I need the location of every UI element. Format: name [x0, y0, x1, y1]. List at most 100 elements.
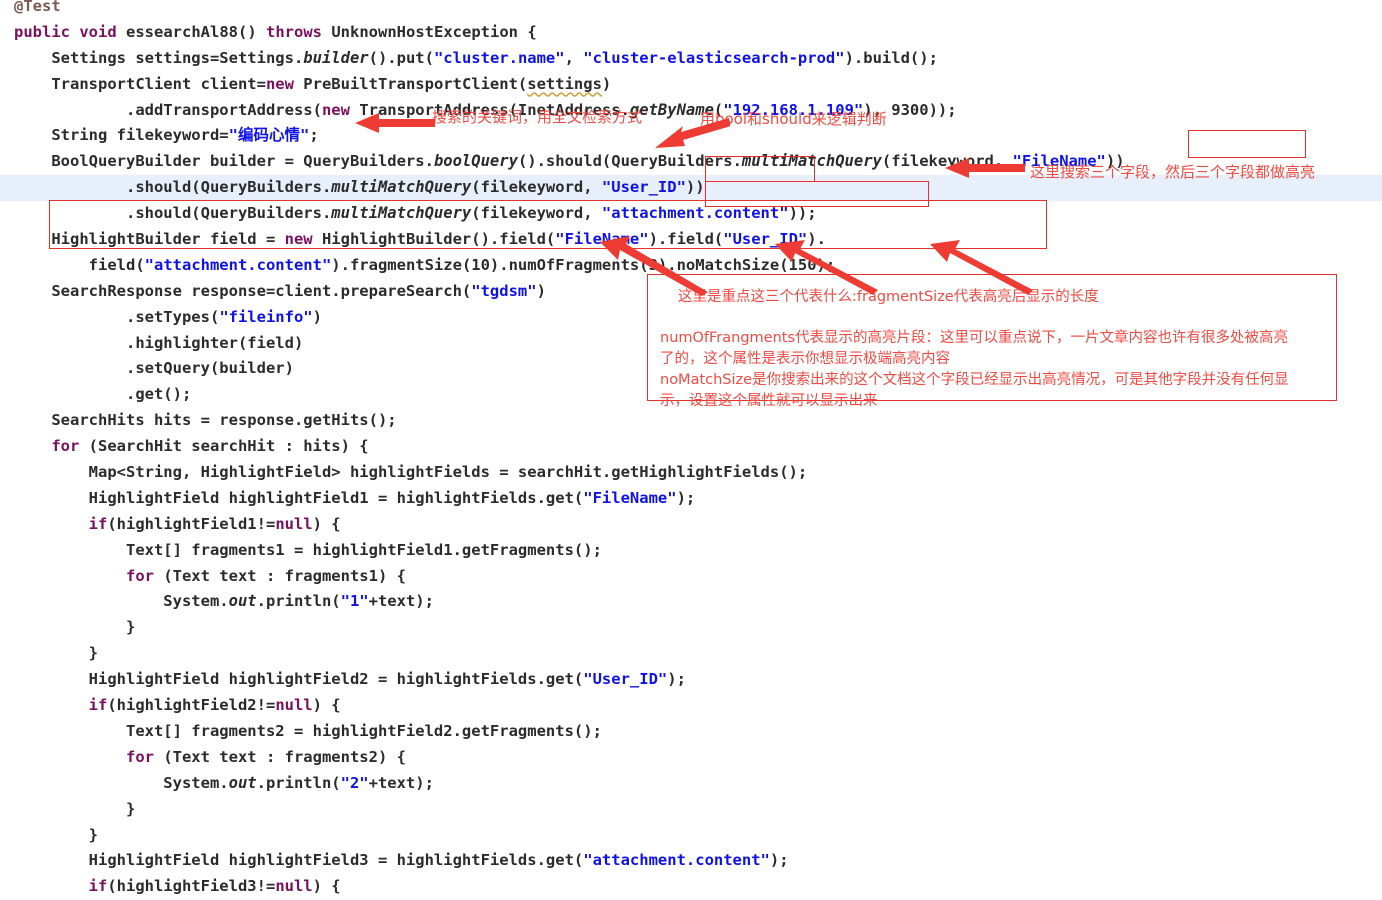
- code-token: Settings settings=Settings.: [14, 48, 304, 67]
- code-token: (Text text : fragments1) {: [153, 566, 406, 585]
- code-line[interactable]: .setTypes("fileinfo"): [0, 305, 1382, 331]
- code-line[interactable]: if(highlightField3!=null) {: [0, 874, 1382, 900]
- code-token: out: [228, 773, 257, 792]
- code-token: "attachment.content": [583, 851, 770, 870]
- code-line[interactable]: }: [0, 615, 1382, 641]
- code-line[interactable]: }: [0, 823, 1382, 849]
- code-token: .setTypes(: [14, 307, 220, 326]
- code-line[interactable]: Settings settings=Settings.builder().put…: [0, 46, 1382, 72]
- code-line[interactable]: .should(QueryBuilders.multiMatchQuery(fi…: [0, 175, 1382, 202]
- code-token: "User_ID": [723, 230, 808, 249]
- code-line[interactable]: }: [0, 641, 1382, 667]
- code-line[interactable]: for (SearchHit searchHit : hits) {: [0, 434, 1382, 460]
- code-token: null: [275, 877, 313, 896]
- code-token: );: [667, 670, 686, 689]
- code-token: "attachment.content": [601, 204, 789, 223]
- code-token: Text[] fragments2 = highlightField2.getF…: [14, 721, 602, 740]
- code-token: settings: [527, 74, 602, 93]
- code-line[interactable]: Text[] fragments2 = highlightField2.getF…: [0, 719, 1382, 745]
- code-token: "fileinfo": [219, 307, 313, 326]
- code-token: new: [265, 74, 294, 93]
- code-line[interactable]: TransportClient client=new PreBuiltTrans…: [0, 72, 1382, 98]
- code-line[interactable]: field("attachment.content").fragmentSize…: [0, 253, 1382, 279]
- code-token: }: [14, 644, 98, 663]
- code-line[interactable]: HighlightField highlightField3 = highlig…: [0, 848, 1382, 874]
- code-line[interactable]: HighlightField highlightField2 = highlig…: [0, 667, 1382, 693]
- code-line[interactable]: if(highlightField1!=null) {: [0, 512, 1382, 538]
- code-token: }: [14, 799, 136, 818]
- code-token: HighlightField highlightField1 = highlig…: [14, 488, 584, 507]
- code-token: ).field(: [648, 230, 724, 249]
- code-line[interactable]: SearchResponse response=client.prepareSe…: [0, 279, 1382, 305]
- code-line[interactable]: BoolQueryBuilder builder = QueryBuilders…: [0, 149, 1382, 175]
- code-token: "attachment.content": [144, 255, 332, 274]
- code-token: ) {: [312, 514, 341, 533]
- code-token: "User_ID": [583, 670, 668, 689]
- code-token: (SearchHit searchHit : hits) {: [79, 437, 369, 456]
- code-line[interactable]: SearchHits hits = response.getHits();: [0, 408, 1382, 434]
- code-token: {: [517, 22, 537, 41]
- code-line[interactable]: .should(QueryBuilders.multiMatchQuery(fi…: [0, 201, 1382, 227]
- code-token: "cluster-elasticsearch-prod": [583, 48, 845, 67]
- code-token: ): [536, 281, 546, 300]
- code-line[interactable]: HighlightField highlightField1 = highlig…: [0, 486, 1382, 512]
- code-token: null: [275, 514, 313, 533]
- code-token: public: [14, 22, 70, 41]
- code-token: ) {: [312, 877, 341, 896]
- code-token: getByName: [629, 100, 714, 119]
- code-editor-content[interactable]: @Test public void essearchAl88() throws U…: [0, 0, 1382, 895]
- code-line[interactable]: @Test: [0, 0, 1382, 20]
- code-token: (highlightField2!=: [107, 696, 276, 715]
- code-token: HighlightField highlightField2 = highlig…: [14, 670, 584, 689]
- code-line[interactable]: Map<String, HighlightField> highlightFie…: [0, 460, 1382, 486]
- code-token: Text[] fragments1 = highlightField1.getF…: [14, 540, 602, 559]
- code-token: null: [275, 696, 313, 715]
- code-line[interactable]: .highlighter(field): [0, 331, 1382, 357]
- code-line[interactable]: for (Text text : fragments1) {: [0, 564, 1382, 590]
- code-line[interactable]: public void essearchAl88() throws Unknow…: [0, 20, 1382, 46]
- code-line[interactable]: String filekeyword="编码心情";: [0, 123, 1382, 149]
- code-token: multiMatchQuery: [331, 204, 472, 223]
- code-token: for: [51, 437, 80, 456]
- code-token: out: [228, 592, 257, 611]
- code-line[interactable]: Text[] fragments1 = highlightField1.getF…: [0, 538, 1382, 564]
- code-token: SearchHits hits = response.getHits();: [14, 411, 397, 430]
- code-line[interactable]: .addTransportAddress(new TransportAddres…: [0, 98, 1382, 124]
- code-line[interactable]: HighlightBuilder field = new HighlightBu…: [0, 227, 1382, 253]
- code-token: TransportClient client=: [14, 74, 266, 93]
- code-token: UnknownHostException: [331, 22, 518, 41]
- code-token: if: [88, 877, 108, 896]
- code-token: ;: [309, 126, 319, 145]
- code-line[interactable]: .setQuery(builder): [0, 356, 1382, 382]
- code-token: "编码心情": [228, 126, 310, 145]
- code-line[interactable]: }: [0, 797, 1382, 823]
- code-line[interactable]: System.out.println("1"+text);: [0, 589, 1382, 615]
- code-token: field(: [14, 255, 145, 274]
- code-token: if: [88, 514, 108, 533]
- code-token: );: [769, 851, 789, 870]
- code-token: if: [88, 696, 108, 715]
- code-token: ) {: [312, 696, 341, 715]
- code-token: SearchResponse response=client.prepareSe…: [14, 281, 472, 300]
- code-token: "192.168.1.109": [723, 100, 864, 119]
- code-line[interactable]: for (Text text : fragments2) {: [0, 745, 1382, 771]
- code-token: HighlightBuilder field =: [14, 230, 285, 249]
- code-token: .println(: [256, 773, 341, 792]
- code-token: .println(: [256, 592, 341, 611]
- code-token: (): [238, 22, 266, 41]
- code-token: ): [312, 307, 322, 326]
- code-token: essearchAl88: [126, 22, 238, 41]
- code-token: +text);: [368, 773, 434, 792]
- code-line[interactable]: if(highlightField2!=null) {: [0, 693, 1382, 719]
- code-line[interactable]: System.out.println("2"+text);: [0, 771, 1382, 797]
- code-token: }: [14, 825, 98, 844]
- code-token: "FileName": [1012, 152, 1106, 171]
- code-token: @Test: [14, 0, 61, 15]
- code-line[interactable]: .get();: [0, 382, 1382, 408]
- code-token: "1": [340, 592, 369, 611]
